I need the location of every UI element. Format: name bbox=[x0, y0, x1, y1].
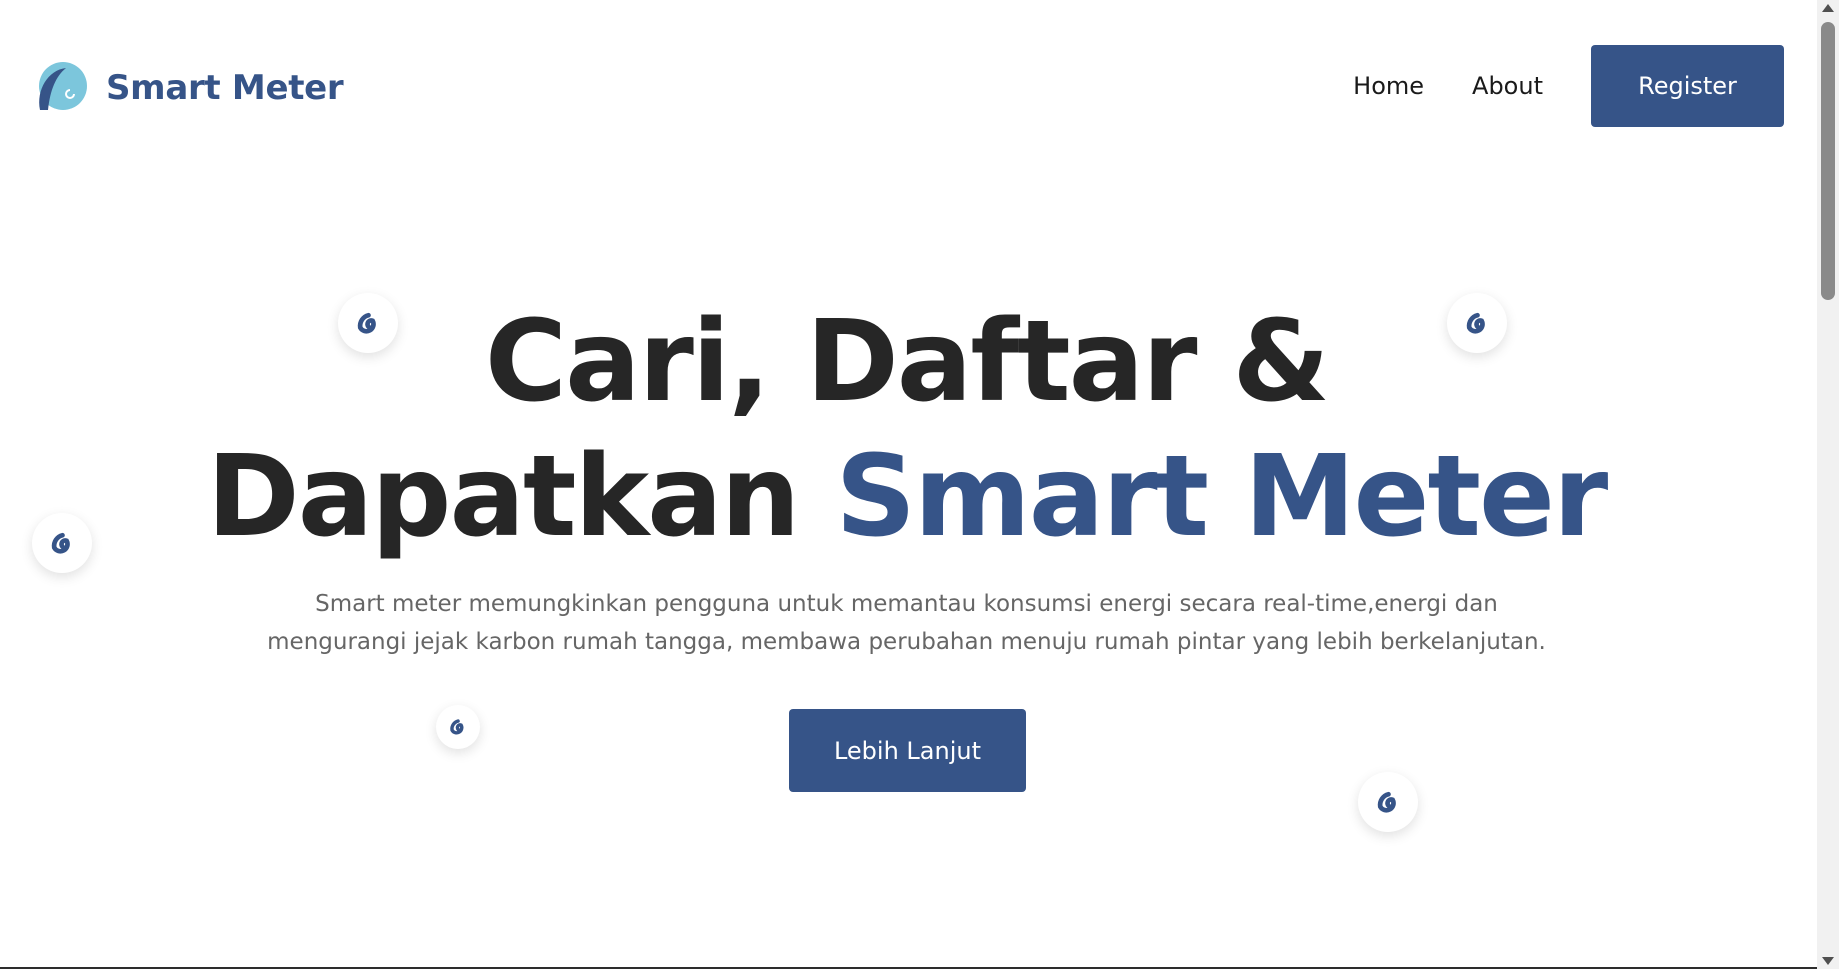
hero-title-accent: Smart Meter bbox=[835, 432, 1608, 562]
register-button[interactable]: Register bbox=[1591, 45, 1784, 127]
swirl-badge-icon bbox=[1358, 772, 1418, 832]
swirl-icon bbox=[450, 719, 464, 735]
page: Smart Meter Home About Register Cari, Da… bbox=[0, 0, 1839, 969]
hero-title-line1: Cari, Daftar & bbox=[484, 297, 1330, 427]
swirl-logo-icon bbox=[39, 62, 87, 110]
hero-subtitle: Smart meter memungkinkan pengguna untuk … bbox=[200, 585, 1613, 661]
nav-home-link[interactable]: Home bbox=[1353, 72, 1424, 100]
scroll-down-arrow-icon[interactable] bbox=[1822, 957, 1834, 965]
swirl-icon bbox=[1377, 791, 1396, 813]
brand[interactable]: Smart Meter bbox=[34, 60, 344, 116]
hero-title-prefix: Dapatkan bbox=[206, 432, 836, 562]
main-nav: Home About Register bbox=[1353, 45, 1784, 127]
hero-subtitle-line1: Smart meter memungkinkan pengguna untuk … bbox=[315, 591, 1498, 617]
hero-subtitle-line2: mengurangi jejak karbon rumah tangga, me… bbox=[267, 629, 1546, 655]
scrollbar-thumb[interactable] bbox=[1821, 22, 1835, 300]
swirl-badge-icon bbox=[436, 705, 480, 749]
learn-more-button[interactable]: Lebih Lanjut bbox=[789, 709, 1026, 792]
brand-name: Smart Meter bbox=[106, 68, 344, 108]
nav-about-link[interactable]: About bbox=[1472, 72, 1543, 100]
scroll-up-arrow-icon[interactable] bbox=[1822, 4, 1834, 12]
hero-title-line2: Dapatkan Smart Meter bbox=[0, 430, 1813, 564]
vertical-scrollbar[interactable] bbox=[1817, 0, 1839, 969]
